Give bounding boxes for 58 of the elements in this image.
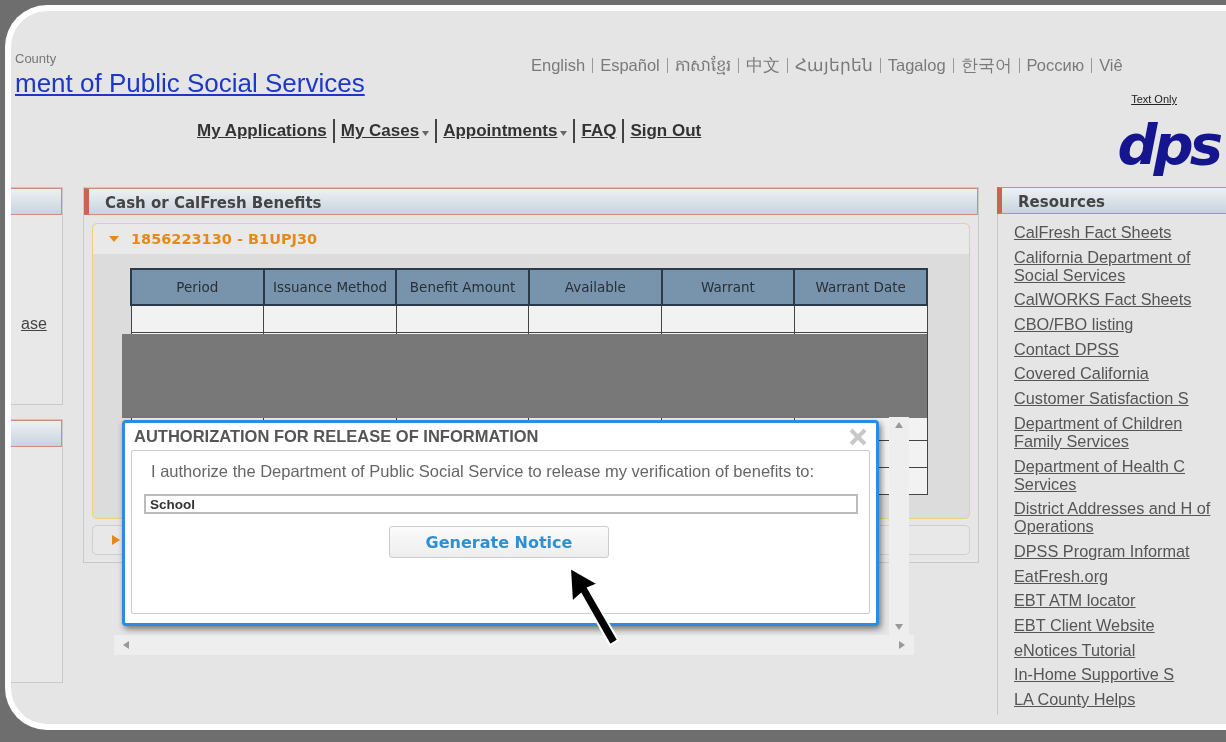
panel-header: [11, 420, 62, 447]
resource-link[interactable]: DPSS Program Informat: [1014, 541, 1226, 560]
nav-link[interactable]: Sign Out: [624, 121, 708, 141]
column-header: Available: [528, 269, 662, 305]
scroll-up-icon[interactable]: [895, 421, 903, 429]
recipient-field[interactable]: School: [144, 494, 858, 514]
resource-link[interactable]: EBT ATM locator: [1014, 591, 1226, 610]
nav-link[interactable]: FAQ: [575, 121, 623, 141]
column-header: Benefit Amount: [396, 269, 529, 305]
close-icon[interactable]: [848, 427, 868, 446]
language-link[interactable]: Tagalog: [887, 56, 946, 74]
caret-right-icon[interactable]: [111, 535, 121, 545]
column-header: Warrant: [661, 269, 795, 305]
authorization-message: I authorize the Department of Public Social Service to release my verification of benefits to:: [151, 463, 816, 480]
language-link[interactable]: Россию: [1026, 56, 1085, 74]
language-link[interactable]: Viê: [1099, 56, 1123, 74]
scroll-left-icon[interactable]: [122, 641, 130, 649]
agency-county-text: County: [15, 51, 58, 66]
resource-link[interactable]: California Department of Social Services: [1014, 247, 1226, 284]
resource-link[interactable]: CBO/FBO listing: [1014, 315, 1226, 334]
dialog-title: AUTHORIZATION FOR RELEASE OF INFORMATION: [134, 427, 539, 446]
resource-link[interactable]: District Addresses and H of Operations: [1014, 499, 1226, 536]
sidebar-link[interactable]: ase: [21, 315, 62, 333]
scroll-down-icon[interactable]: [895, 623, 903, 631]
caret-down-icon[interactable]: [109, 235, 119, 243]
horizontal-scrollbar[interactable]: [114, 635, 914, 655]
language-link[interactable]: English: [531, 56, 586, 74]
resource-link[interactable]: Department of Children Family Services: [1014, 413, 1226, 450]
panel-header: [11, 188, 62, 215]
panel-header: Resources: [997, 187, 1226, 214]
nav-link[interactable]: My Cases: [334, 121, 436, 141]
vertical-scrollbar[interactable]: [889, 417, 909, 635]
resource-link[interactable]: Customer Satisfaction S: [1014, 389, 1226, 408]
column-header: Warrant Date: [794, 269, 927, 305]
resource-link[interactable]: CalWORKS Fact Sheets: [1014, 290, 1226, 309]
resource-link[interactable]: Contact DPSS: [1014, 339, 1226, 358]
scroll-right-icon[interactable]: [898, 641, 906, 649]
resource-link[interactable]: Covered California: [1014, 364, 1226, 383]
resource-link[interactable]: In-Home Supportive S: [1014, 665, 1226, 684]
text-only-link[interactable]: Text Only: [1131, 93, 1177, 105]
agency-title-link[interactable]: ment of Public Social Services: [15, 68, 365, 99]
resource-link[interactable]: EatFresh.org: [1014, 566, 1226, 585]
language-link[interactable]: 한국어: [960, 56, 1012, 74]
resource-link[interactable]: LA County Helps: [1014, 690, 1226, 708]
nav-link[interactable]: Appointments: [437, 121, 574, 141]
panel-header: Cash or CalFresh Benefits: [84, 188, 978, 215]
language-link[interactable]: 中文: [745, 56, 780, 74]
column-header: Period: [131, 269, 264, 305]
language-link[interactable]: Հայերեն: [794, 56, 873, 74]
nav-link[interactable]: My Applications: [191, 121, 333, 141]
language-link[interactable]: ភាសាខ្មែរ: [674, 56, 731, 74]
resource-link[interactable]: eNotices Tutorial: [1014, 640, 1226, 659]
column-header: Issuance Method: [263, 269, 397, 305]
resource-link[interactable]: Department of Health C Services: [1014, 456, 1226, 493]
resource-link[interactable]: CalFresh Fact Sheets: [1014, 223, 1226, 241]
language-link[interactable]: Español: [600, 56, 660, 74]
resource-link[interactable]: EBT Client Website: [1014, 615, 1226, 634]
generate-notice-button[interactable]: Generate Notice: [389, 526, 609, 558]
